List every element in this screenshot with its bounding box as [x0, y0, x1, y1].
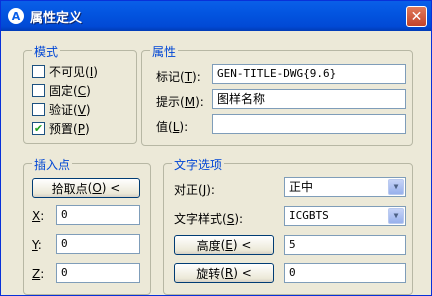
- checkbox-box[interactable]: ✔: [32, 122, 45, 135]
- height-input[interactable]: 5: [284, 235, 406, 255]
- text-style-select[interactable]: ICGBTS ▼: [284, 206, 406, 226]
- invisible-label: 不可见(I): [49, 65, 98, 79]
- app-icon: A: [8, 8, 24, 24]
- justify-value: 正中: [289, 180, 314, 194]
- chevron-down-icon[interactable]: ▼: [388, 208, 404, 224]
- constant-checkbox[interactable]: 固定(C): [32, 82, 91, 99]
- value-label: 值(L):: [156, 120, 189, 134]
- tag-input[interactable]: GEN-TITLE-DWG{9.6}: [212, 64, 406, 84]
- insert-point-group: 插入点 拾取点(O) < X: 0 Y: 0 Z: 0: [23, 156, 151, 295]
- y-input[interactable]: 0: [56, 234, 140, 254]
- preset-label: 预置(P): [49, 122, 90, 136]
- checkbox-box[interactable]: [32, 103, 45, 116]
- mode-group-title: 模式: [32, 43, 61, 60]
- x-input[interactable]: 0: [56, 205, 140, 225]
- verify-label: 验证(V): [49, 103, 91, 117]
- value-input[interactable]: [212, 114, 406, 134]
- close-button[interactable]: ✕: [406, 6, 427, 27]
- text-options-group-title: 文字选项: [172, 156, 225, 173]
- justify-label: 对正(J):: [174, 183, 215, 197]
- mode-group: 模式 不可见(I) 固定(C) 验证(V) ✔ 预置(P): [23, 43, 137, 144]
- attribute-group: 属性 标记(T): GEN-TITLE-DWG{9.6} 提示(M): 图样名称…: [141, 43, 413, 146]
- prompt-input[interactable]: 图样名称: [212, 89, 406, 109]
- tag-label: 标记(T):: [156, 70, 201, 84]
- preset-checkbox[interactable]: ✔ 预置(P): [32, 120, 90, 137]
- chevron-down-icon[interactable]: ▼: [388, 179, 404, 195]
- y-label: Y:: [32, 238, 42, 252]
- window-title: 属性定义: [30, 10, 83, 26]
- constant-label: 固定(C): [49, 84, 91, 98]
- z-input[interactable]: 0: [56, 263, 140, 283]
- insert-point-group-title: 插入点: [32, 156, 73, 173]
- justify-select[interactable]: 正中 ▼: [284, 177, 406, 197]
- text-options-group: 文字选项 对正(J): 正中 ▼ 文字样式(S): ICGBTS ▼ 高度(E)…: [163, 156, 413, 295]
- checkbox-box[interactable]: [32, 84, 45, 97]
- checkbox-box[interactable]: [32, 65, 45, 78]
- x-label: X:: [32, 209, 45, 223]
- rotation-input[interactable]: 0: [284, 263, 406, 283]
- text-style-label: 文字样式(S):: [174, 212, 244, 226]
- prompt-label: 提示(M):: [156, 95, 204, 109]
- attribute-definition-dialog: A 属性定义 ✕ 模式 不可见(I) 固定(C) 验证(V) ✔ 预置(P) 属…: [0, 0, 432, 296]
- attribute-group-title: 属性: [150, 43, 179, 60]
- height-button[interactable]: 高度(E) <: [174, 235, 274, 255]
- pick-point-button[interactable]: 拾取点(O) <: [32, 178, 140, 198]
- checkmark-icon: ✔: [33, 122, 44, 135]
- text-style-value: ICGBTS: [289, 209, 329, 222]
- invisible-checkbox[interactable]: 不可见(I): [32, 63, 98, 80]
- rotation-button[interactable]: 旋转(R) <: [174, 263, 274, 283]
- title-bar[interactable]: A 属性定义 ✕: [1, 1, 431, 31]
- z-label: Z:: [32, 267, 45, 281]
- verify-checkbox[interactable]: 验证(V): [32, 101, 91, 118]
